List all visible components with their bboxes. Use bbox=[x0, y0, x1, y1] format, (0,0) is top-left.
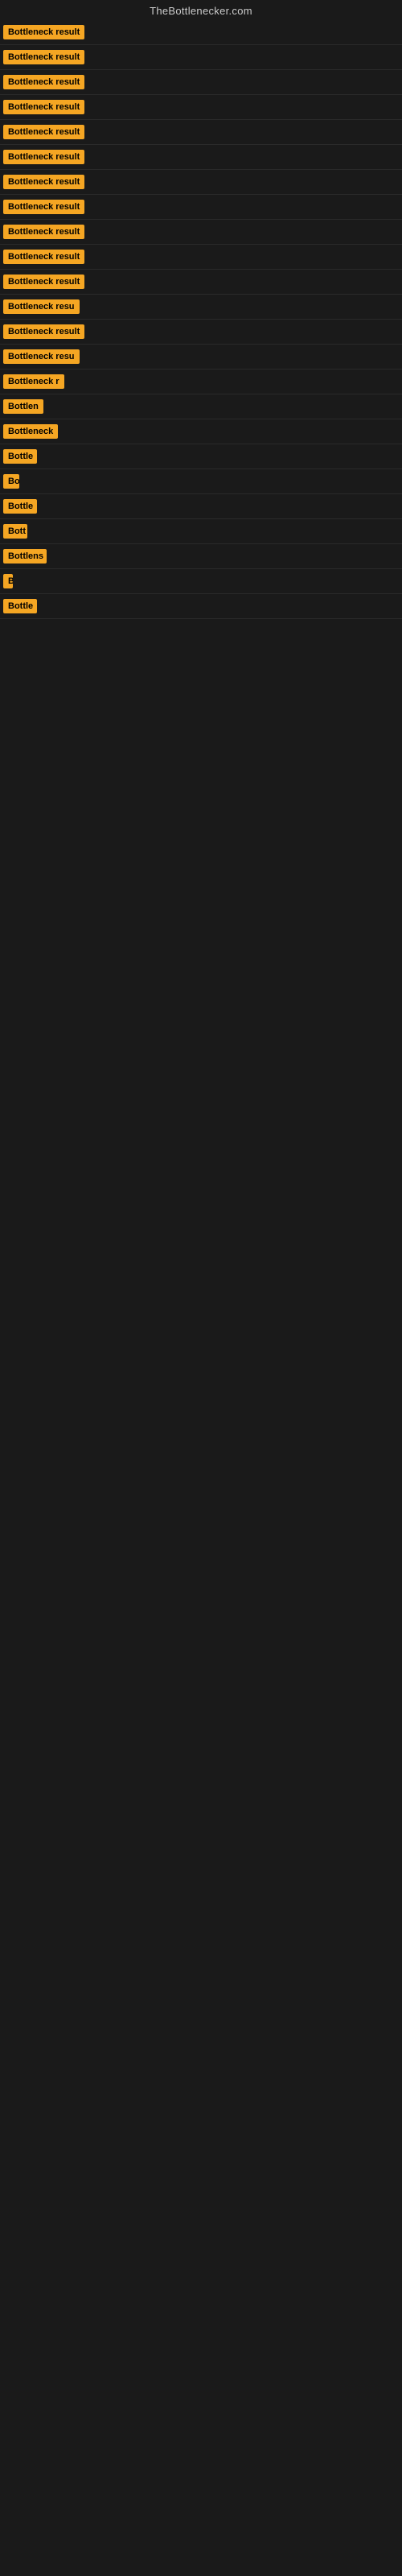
rows-container: Bottleneck result Bottleneck result Bottle… bbox=[0, 20, 402, 619]
bottleneck-result-badge[interactable]: Bottleneck result bbox=[3, 75, 84, 89]
bottleneck-result-badge[interactable]: Bo bbox=[3, 474, 19, 489]
bottleneck-result-badge[interactable]: Bottle bbox=[3, 499, 37, 514]
list-item: Bottleneck result bbox=[0, 120, 402, 145]
list-item: B bbox=[0, 569, 402, 594]
list-item: Bottleneck result bbox=[0, 95, 402, 120]
list-item: Bottle bbox=[0, 444, 402, 469]
site-title-container: TheBottlenecker.com bbox=[0, 0, 402, 20]
bottleneck-result-badge[interactable]: Bottleneck result bbox=[3, 125, 84, 139]
bottleneck-result-badge[interactable]: Bottleneck r bbox=[3, 374, 64, 389]
bottleneck-result-badge[interactable]: Bottleneck result bbox=[3, 150, 84, 164]
list-item: Bottleneck result bbox=[0, 320, 402, 345]
list-item: Bottleneck result bbox=[0, 220, 402, 245]
list-item: Bottleneck result bbox=[0, 70, 402, 95]
list-item: Bottleneck result bbox=[0, 170, 402, 195]
list-item: Bottleneck result bbox=[0, 145, 402, 170]
bottleneck-result-badge[interactable]: Bottleneck result bbox=[3, 275, 84, 289]
bottleneck-result-badge[interactable]: Bottleneck result bbox=[3, 175, 84, 189]
list-item: Bottlens bbox=[0, 544, 402, 569]
list-item: Bottleneck result bbox=[0, 245, 402, 270]
list-item: Bottle bbox=[0, 494, 402, 519]
bottleneck-result-badge[interactable]: Bottle bbox=[3, 449, 37, 464]
bottleneck-result-badge[interactable]: Bottleneck result bbox=[3, 25, 84, 39]
bottleneck-result-badge[interactable]: Bott bbox=[3, 524, 27, 539]
bottleneck-result-badge[interactable]: Bottleneck result bbox=[3, 50, 84, 64]
bottleneck-result-badge[interactable]: Bottleneck bbox=[3, 424, 58, 439]
bottleneck-result-badge[interactable]: Bottleneck result bbox=[3, 324, 84, 339]
list-item: Bottleneck r bbox=[0, 369, 402, 394]
site-title: TheBottlenecker.com bbox=[0, 0, 402, 20]
bottleneck-result-badge[interactable]: Bottlens bbox=[3, 549, 47, 564]
list-item: Bottle bbox=[0, 594, 402, 619]
list-item: Bottleneck resu bbox=[0, 345, 402, 369]
bottleneck-result-badge[interactable]: Bottleneck result bbox=[3, 250, 84, 264]
list-item: Bottleneck result bbox=[0, 20, 402, 45]
list-item: Bottleneck resu bbox=[0, 295, 402, 320]
bottleneck-result-badge[interactable]: Bottleneck resu bbox=[3, 299, 80, 314]
bottleneck-result-badge[interactable]: Bottleneck result bbox=[3, 200, 84, 214]
bottleneck-result-badge[interactable]: Bottleneck result bbox=[3, 100, 84, 114]
bottleneck-result-badge[interactable]: Bottleneck resu bbox=[3, 349, 80, 364]
list-item: Bottleneck result bbox=[0, 270, 402, 295]
list-item: Bott bbox=[0, 519, 402, 544]
bottleneck-result-badge[interactable]: Bottleneck result bbox=[3, 225, 84, 239]
bottleneck-result-badge[interactable]: B bbox=[3, 574, 13, 588]
list-item: Bottlen bbox=[0, 394, 402, 419]
list-item: Bo bbox=[0, 469, 402, 494]
list-item: Bottleneck result bbox=[0, 195, 402, 220]
bottleneck-result-badge[interactable]: Bottle bbox=[3, 599, 37, 613]
bottleneck-result-badge[interactable]: Bottlen bbox=[3, 399, 43, 414]
list-item: Bottleneck result bbox=[0, 45, 402, 70]
list-item: Bottleneck bbox=[0, 419, 402, 444]
